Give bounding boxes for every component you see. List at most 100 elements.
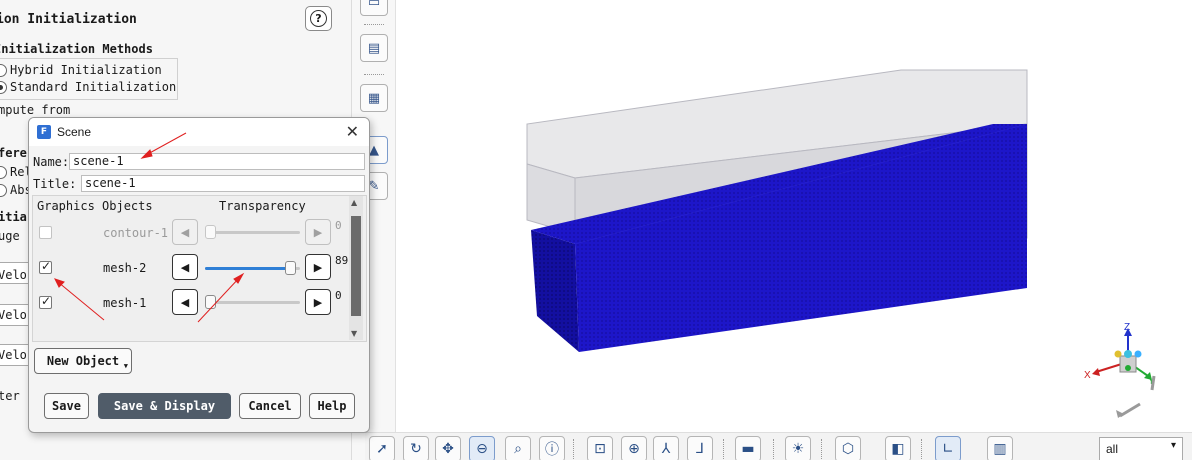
- contour-1-transparency-slider[interactable]: [205, 225, 300, 239]
- triangle-right-icon: ▶: [313, 295, 323, 309]
- mesh-2-label: mesh-2: [103, 261, 147, 275]
- close-icon[interactable]: ✕: [346, 122, 359, 141]
- question-icon: ?: [310, 10, 327, 27]
- toolbar-separator: [723, 439, 724, 459]
- selection-filter-value: all: [1106, 442, 1119, 456]
- box-view-button[interactable]: ◧: [885, 436, 911, 460]
- contour-1-checkbox[interactable]: [39, 226, 52, 239]
- methods-heading: Initialization Methods: [0, 42, 153, 56]
- x-axis-label: X: [1084, 370, 1091, 381]
- name-label: Name:: [33, 155, 70, 169]
- triangle-right-icon: ▶: [313, 225, 323, 239]
- graphics-viewport[interactable]: Z X Y: [397, 0, 1192, 432]
- absolute-radio[interactable]: [0, 184, 7, 197]
- lighting-button[interactable]: ☀: [785, 436, 811, 460]
- contour-1-decrease-button[interactable]: ◀: [172, 219, 198, 245]
- isometric-view-button[interactable]: ⅄: [653, 436, 679, 460]
- axes-icon: ⅃: [696, 441, 704, 457]
- scene-icon: ▲: [369, 142, 379, 158]
- velocity-label-2: Velo: [0, 308, 27, 322]
- relative-radio[interactable]: [0, 166, 7, 179]
- box-icon: ◧: [891, 441, 905, 457]
- ruler-button[interactable]: ▬: [735, 436, 761, 460]
- pointer-icon: ➚: [376, 441, 388, 457]
- help-button[interactable]: Help: [309, 393, 355, 419]
- save-button[interactable]: Save: [44, 393, 89, 419]
- zoom-box-button[interactable]: ⌕: [505, 436, 531, 460]
- select-pointer-button[interactable]: ➚: [369, 436, 395, 460]
- mesh-2-decrease-button[interactable]: ◀: [172, 254, 198, 280]
- mesh-display-button[interactable]: ▦: [360, 84, 388, 112]
- clipboard-icon: ▥: [993, 441, 1007, 457]
- mesh-icon: ▦: [367, 90, 381, 106]
- selection-filter-select[interactable]: all ▾: [1099, 437, 1183, 460]
- probe-button[interactable]: ⓘ: [539, 436, 565, 460]
- velocity-label-3: Velo: [0, 348, 27, 362]
- triad-toggle-button[interactable]: ∟: [935, 436, 961, 460]
- scene-dialog: F Scene ✕ Name: scene-1 Title: scene-1 G…: [28, 117, 370, 433]
- panel-title: ion Initialization: [0, 12, 137, 27]
- mesh-2-increase-button[interactable]: ▶: [305, 254, 331, 280]
- name-input[interactable]: scene-1: [69, 153, 365, 170]
- view-cube-button[interactable]: ⬡: [835, 436, 861, 460]
- zoom-icon: ⊖: [476, 441, 488, 457]
- toolbar-separator: [921, 439, 922, 459]
- toolbar-separator: [364, 24, 384, 25]
- toolbar-separator: [821, 439, 822, 459]
- zoom-button[interactable]: ⊖: [469, 436, 495, 460]
- chevron-down-icon: ▾: [1170, 440, 1176, 451]
- light-icon: ☀: [791, 441, 805, 457]
- filter-label: ter: [0, 389, 20, 403]
- axes-view-button[interactable]: ⅃: [687, 436, 713, 460]
- graphics-objects-header: Graphics Objects: [37, 199, 153, 213]
- gauge-label: uge: [0, 229, 20, 243]
- rotate-button[interactable]: ↻: [403, 436, 429, 460]
- standard-label: Standard Initialization: [10, 80, 177, 94]
- title-label: Title:: [33, 177, 77, 191]
- transparency-header: Transparency: [219, 199, 306, 213]
- new-object-button[interactable]: New Object ▼: [34, 348, 132, 374]
- outline-view-button[interactable]: ▤: [360, 34, 388, 62]
- initial-values-label: itia: [0, 210, 27, 224]
- mesh-1-transparency-slider[interactable]: [205, 295, 300, 309]
- tank-render: [526, 69, 1028, 352]
- outline-icon: ▤: [367, 40, 381, 56]
- fluid-side-face: [531, 230, 579, 352]
- mesh-1-label: mesh-1: [103, 296, 147, 310]
- mesh-2-checkbox[interactable]: [39, 259, 52, 274]
- graphics-objects-list: Graphics Objects Transparency contour-1 …: [32, 195, 367, 342]
- hybrid-label: Hybrid Initialization: [10, 63, 162, 77]
- zoom-to-fit-button[interactable]: ⊕: [621, 436, 647, 460]
- contour-1-increase-button[interactable]: ▶: [305, 219, 331, 245]
- fluent-app-icon: F: [37, 125, 51, 139]
- magnifier-icon: ⌕: [514, 441, 522, 457]
- fit-to-window-button[interactable]: ⊡: [587, 436, 613, 460]
- cancel-button[interactable]: Cancel: [239, 393, 301, 419]
- mesh-1-increase-button[interactable]: ▶: [305, 289, 331, 315]
- chevron-down-icon: ▼: [123, 362, 128, 370]
- pan-icon: ✥: [442, 441, 454, 457]
- mesh-2-transparency-value: 89: [335, 254, 349, 267]
- z-axis-label: Z: [1124, 322, 1130, 333]
- mesh-1-decrease-button[interactable]: ◀: [172, 289, 198, 315]
- save-display-button[interactable]: Save & Display: [98, 393, 231, 419]
- annotate-icon: ✎: [368, 178, 380, 194]
- isometric-icon: ⅄: [661, 441, 671, 457]
- contour-1-transparency-value: 0: [335, 219, 342, 232]
- pan-button[interactable]: ✥: [435, 436, 461, 460]
- mesh-2-transparency-slider[interactable]: [205, 261, 300, 275]
- info-icon: ⓘ: [545, 442, 559, 458]
- objects-scrollbar[interactable]: ▲ ▼: [349, 196, 363, 340]
- axis-triad: Z X Y: [1084, 322, 1156, 418]
- help-button[interactable]: ?: [305, 6, 332, 31]
- triangle-left-icon: ◀: [180, 260, 190, 274]
- toolbar-separator: [364, 74, 384, 75]
- toolbar-top-button[interactable]: ▭: [360, 0, 388, 16]
- bottom-toolbar: ➚ ↻ ✥ ⊖ ⌕ ⓘ ⊡ ⊕ ⅄ ⅃ ▬ ☀ ⬡ ◧ ∟ ▥ all ▾: [365, 432, 1192, 460]
- clipboard-button[interactable]: ▥: [987, 436, 1013, 460]
- mesh-1-checkbox[interactable]: [39, 294, 52, 309]
- contour-1-label: contour-1: [103, 226, 169, 240]
- scrollbar-thumb[interactable]: [351, 216, 361, 316]
- dialog-titlebar: F Scene ✕: [29, 118, 369, 146]
- title-input[interactable]: scene-1: [81, 175, 365, 192]
